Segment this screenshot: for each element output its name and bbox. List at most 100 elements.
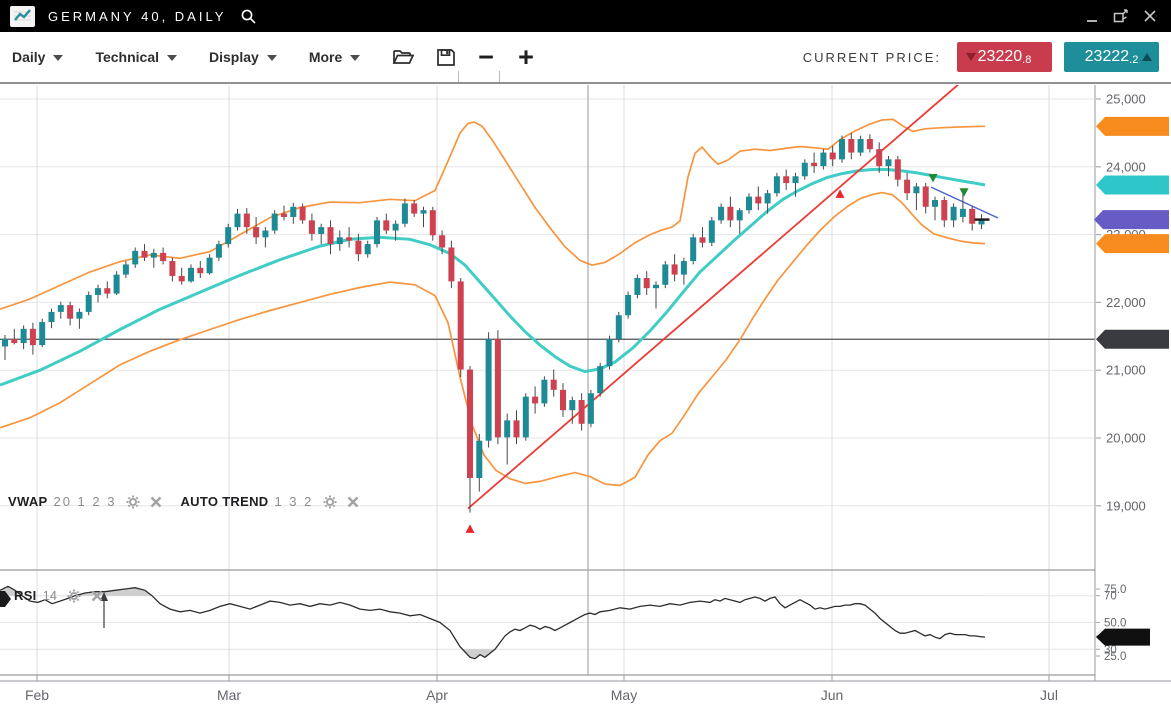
candle-body	[328, 227, 334, 244]
ask-price-int: 23222	[1085, 48, 1130, 66]
price-badge-tag	[1096, 117, 1169, 136]
candle-body	[346, 237, 352, 240]
candle-body	[802, 163, 808, 177]
candle-body	[895, 159, 901, 179]
restore-button[interactable]	[1113, 9, 1129, 23]
rsi-indicator-label: RSI	[14, 588, 37, 603]
candle-body	[58, 305, 64, 312]
auto-trend-indicator-label: AUTO TREND	[180, 494, 268, 509]
candle-body	[858, 139, 864, 153]
candle-body	[179, 276, 185, 281]
gear-icon[interactable]	[323, 495, 337, 509]
candle-body	[337, 237, 343, 244]
candle-body	[318, 227, 324, 234]
indicator-legend-row: VWAP 20 1 2 3 AUTO TREND 1 3 2	[8, 494, 359, 509]
chevron-down-icon	[53, 55, 63, 61]
candle-body	[49, 312, 55, 322]
zoom-in-button[interactable]: +	[518, 44, 534, 71]
candle-body	[625, 295, 631, 315]
price-tick-label: 21,000	[1106, 363, 1146, 378]
candle-body	[523, 397, 529, 438]
candle-body	[430, 210, 436, 235]
candle-body	[365, 244, 371, 254]
menu-timeframe[interactable]: Daily	[12, 49, 63, 65]
close-icon[interactable]	[91, 590, 103, 602]
candle-body	[755, 197, 761, 204]
price-badge-tag	[1096, 234, 1169, 253]
gear-icon[interactable]	[67, 589, 81, 603]
candle-body	[541, 380, 547, 404]
candle-body	[290, 207, 296, 217]
close-button[interactable]	[1143, 9, 1157, 23]
candle-body	[439, 235, 445, 247]
candle-body	[67, 305, 73, 319]
candle-body	[458, 281, 464, 369]
candle-body	[504, 420, 510, 437]
candle-body	[30, 329, 36, 345]
candle-body	[495, 339, 501, 437]
candle-body	[21, 329, 27, 343]
candle-body	[244, 214, 250, 228]
candle-body	[374, 220, 380, 244]
candle-body	[309, 220, 315, 234]
candle-body	[262, 231, 268, 238]
candle-body	[830, 153, 836, 160]
menu-more-label: More	[309, 49, 342, 65]
close-icon[interactable]	[150, 496, 162, 508]
bid-price-badge[interactable]: 23220.8	[957, 42, 1052, 72]
bid-price-dec: .8	[1022, 54, 1031, 66]
save-icon[interactable]	[436, 48, 456, 67]
candle-body	[486, 339, 492, 441]
candle-body	[569, 400, 575, 410]
candle-body	[104, 288, 110, 293]
candle-body	[718, 207, 724, 221]
zoom-out-button[interactable]: −	[478, 44, 494, 71]
candle-body	[95, 288, 101, 295]
price-tick-label: 22,000	[1106, 295, 1146, 310]
candle-body	[11, 339, 17, 343]
ask-price-badge[interactable]: 23222.2	[1064, 42, 1159, 72]
price-tick-label: 19,000	[1106, 498, 1146, 513]
menu-technical[interactable]: Technical	[95, 49, 177, 65]
window-controls	[1086, 9, 1161, 23]
chart-area[interactable]: 25,00024,00023,00022,00021,00020,00019,0…	[0, 84, 1171, 707]
candle-body	[960, 209, 966, 217]
candle-body	[579, 400, 585, 424]
candle-body	[774, 176, 780, 193]
gear-icon[interactable]	[126, 495, 140, 509]
app-logo-icon	[10, 6, 35, 27]
candle-body	[765, 193, 771, 203]
candle-body	[235, 214, 241, 228]
window-titlebar: GERMANY 40, DAILY	[0, 0, 1171, 32]
chart-canvas[interactable]: 25,00024,00023,00022,00021,00020,00019,0…	[0, 84, 1171, 707]
toolbar-divider	[499, 71, 500, 82]
auto-trend-line[interactable]	[468, 85, 958, 509]
chevron-down-icon	[167, 55, 177, 61]
candle-body	[597, 366, 603, 393]
candle-body	[114, 275, 120, 294]
triangle-up-marker	[466, 524, 475, 533]
price-badge-tag	[1096, 175, 1169, 194]
gridlines	[0, 85, 1095, 675]
month-tick-label: Feb	[25, 687, 49, 703]
candle-body	[225, 227, 231, 244]
candle-body	[904, 180, 910, 194]
menu-display[interactable]: Display	[209, 49, 277, 65]
candle-body	[402, 203, 408, 223]
candle-body	[727, 207, 733, 221]
candle-body	[281, 214, 287, 217]
open-folder-icon[interactable]	[392, 48, 414, 66]
candle-body	[672, 264, 678, 274]
menu-more[interactable]: More	[309, 49, 360, 65]
close-icon[interactable]	[347, 496, 359, 508]
auto-trend-params: 1 3 2	[274, 494, 313, 509]
candle-body	[355, 241, 361, 255]
chevron-down-icon	[350, 55, 360, 61]
candle-body	[941, 200, 947, 220]
search-icon[interactable]	[240, 8, 257, 25]
minimize-button[interactable]	[1086, 10, 1099, 23]
candle-body	[300, 207, 306, 221]
candle-body	[551, 380, 557, 390]
price-tick-label: 25,000	[1106, 92, 1146, 107]
candle-body	[793, 176, 799, 183]
